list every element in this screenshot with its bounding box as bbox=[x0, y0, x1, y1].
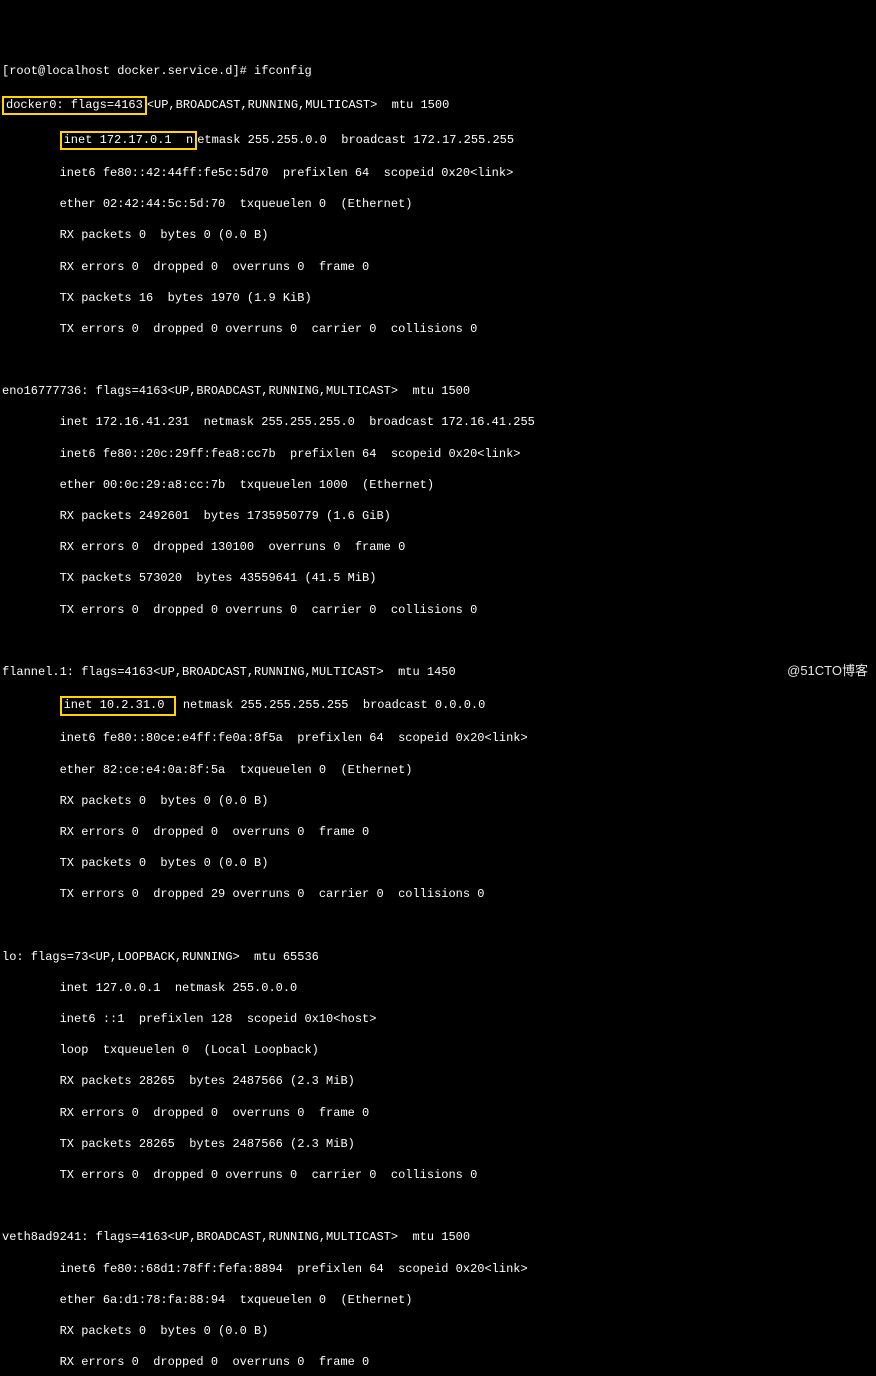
lo-loop: loop txqueuelen 0 (Local Loopback) bbox=[2, 1043, 874, 1059]
shell-prompt: [root@localhost docker.service.d]# bbox=[2, 64, 254, 78]
docker0-ether: ether 02:42:44:5c:5d:70 txqueuelen 0 (Et… bbox=[2, 197, 874, 213]
docker0-rxe: RX errors 0 dropped 0 overruns 0 frame 0 bbox=[2, 260, 874, 276]
docker0-inet6: inet6 fe80::42:44ff:fe5c:5d70 prefixlen … bbox=[2, 166, 874, 182]
docker0-inet: inet 172.17.0.1 netmask 255.255.0.0 broa… bbox=[2, 131, 874, 151]
lo-inet: inet 127.0.0.1 netmask 255.0.0.0 bbox=[2, 981, 874, 997]
eno-inet: inet 172.16.41.231 netmask 255.255.255.0… bbox=[2, 415, 874, 431]
lo-txe: TX errors 0 dropped 0 overruns 0 carrier… bbox=[2, 1168, 874, 1184]
veth-rxe: RX errors 0 dropped 0 overruns 0 frame 0 bbox=[2, 1355, 874, 1371]
flannel-inet: inet 10.2.31.0 netmask 255.255.255.255 b… bbox=[2, 696, 874, 716]
eno-txp: TX packets 573020 bytes 43559641 (41.5 M… bbox=[2, 571, 874, 587]
flannel-txp: TX packets 0 bytes 0 (0.0 B) bbox=[2, 856, 874, 872]
lo-rxp: RX packets 28265 bytes 2487566 (2.3 MiB) bbox=[2, 1074, 874, 1090]
docker0-flags-highlight: docker0: flags=4163 bbox=[2, 96, 147, 116]
flannel-inet-highlight: inet 10.2.31.0 bbox=[60, 696, 176, 716]
flannel-inet6: inet6 fe80::80ce:e4ff:fe0a:8f5a prefixle… bbox=[2, 731, 874, 747]
flannel-ether: ether 82:ce:e4:0a:8f:5a txqueuelen 0 (Et… bbox=[2, 763, 874, 779]
blank bbox=[2, 634, 874, 650]
lo-rxe: RX errors 0 dropped 0 overruns 0 frame 0 bbox=[2, 1106, 874, 1122]
flannel-txe: TX errors 0 dropped 29 overruns 0 carrie… bbox=[2, 887, 874, 903]
lo-header: lo: flags=73<UP,LOOPBACK,RUNNING> mtu 65… bbox=[2, 950, 874, 966]
docker0-txp: TX packets 16 bytes 1970 (1.9 KiB) bbox=[2, 291, 874, 307]
docker0-rxp: RX packets 0 bytes 0 (0.0 B) bbox=[2, 228, 874, 244]
command-text: ifconfig bbox=[254, 64, 312, 78]
eno-ether: ether 00:0c:29:a8:cc:7b txqueuelen 1000 … bbox=[2, 478, 874, 494]
flannel-header: flannel.1: flags=4163<UP,BROADCAST,RUNNI… bbox=[2, 665, 874, 681]
eno-rxe: RX errors 0 dropped 130100 overruns 0 fr… bbox=[2, 540, 874, 556]
eno-txe: TX errors 0 dropped 0 overruns 0 carrier… bbox=[2, 603, 874, 619]
flannel-rxe: RX errors 0 dropped 0 overruns 0 frame 0 bbox=[2, 825, 874, 841]
flannel-rxp: RX packets 0 bytes 0 (0.0 B) bbox=[2, 794, 874, 810]
veth-rxp: RX packets 0 bytes 0 (0.0 B) bbox=[2, 1324, 874, 1340]
eno-header: eno16777736: flags=4163<UP,BROADCAST,RUN… bbox=[2, 384, 874, 400]
blank bbox=[2, 918, 874, 934]
veth-inet6: inet6 fe80::68d1:78ff:fefa:8894 prefixle… bbox=[2, 1262, 874, 1278]
veth-ether: ether 6a:d1:78:fa:88:94 txqueuelen 0 (Et… bbox=[2, 1293, 874, 1309]
eno-inet6: inet6 fe80::20c:29ff:fea8:cc7b prefixlen… bbox=[2, 447, 874, 463]
watermark: @51CTO博客 bbox=[787, 663, 868, 680]
blank bbox=[2, 353, 874, 369]
lo-inet6: inet6 ::1 prefixlen 128 scopeid 0x10<hos… bbox=[2, 1012, 874, 1028]
prompt-line: [root@localhost docker.service.d]# ifcon… bbox=[2, 64, 874, 80]
docker0-inet-highlight: inet 172.17.0.1 n bbox=[60, 131, 198, 151]
docker0-txe: TX errors 0 dropped 0 overruns 0 carrier… bbox=[2, 322, 874, 338]
docker0-header: docker0: flags=4163<UP,BROADCAST,RUNNING… bbox=[2, 96, 874, 116]
eno-rxp: RX packets 2492601 bytes 1735950779 (1.6… bbox=[2, 509, 874, 525]
lo-txp: TX packets 28265 bytes 2487566 (2.3 MiB) bbox=[2, 1137, 874, 1153]
blank bbox=[2, 1199, 874, 1215]
veth-header: veth8ad9241: flags=4163<UP,BROADCAST,RUN… bbox=[2, 1230, 874, 1246]
